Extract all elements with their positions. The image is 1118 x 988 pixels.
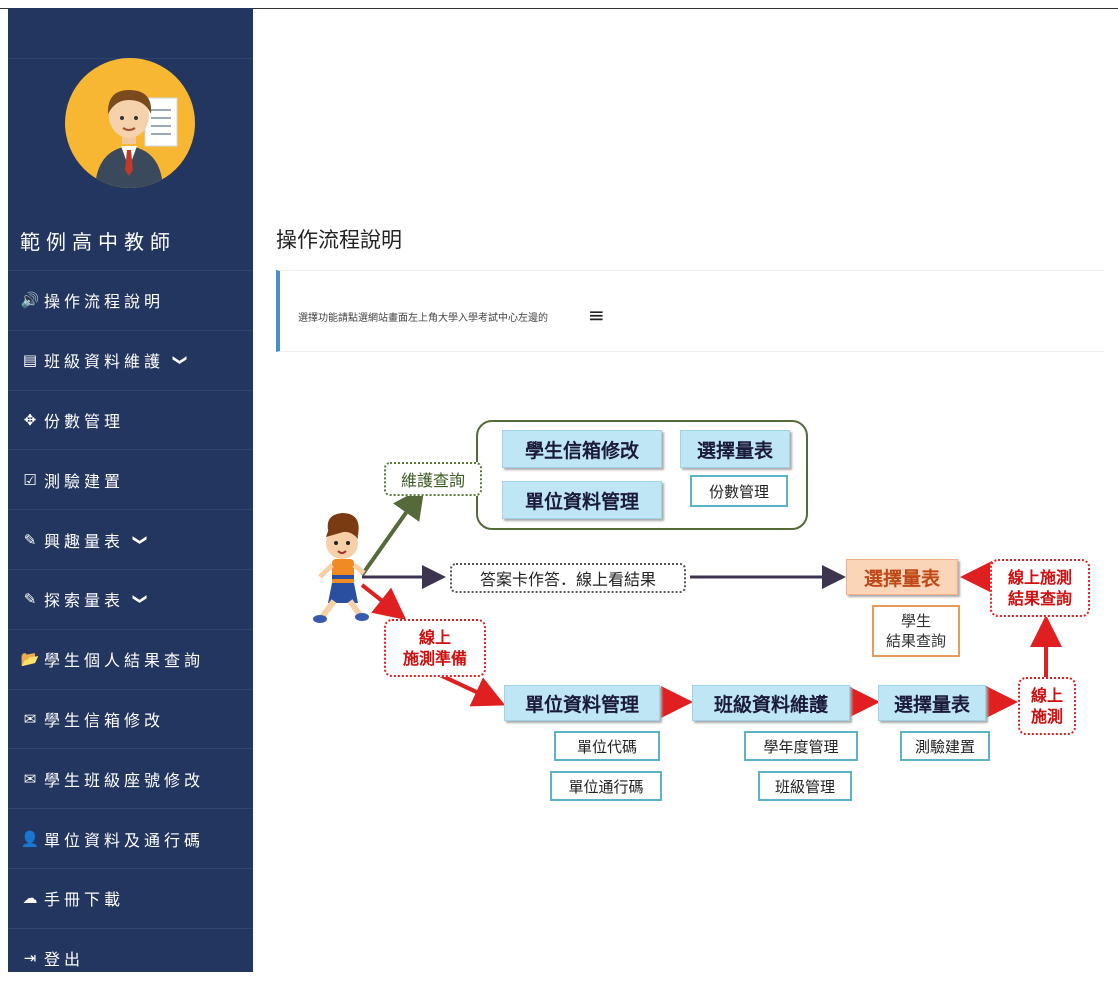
unit-data-top-box: 單位資料管理	[502, 481, 662, 519]
sidebar-item-7[interactable]: ✉ 學生信箱修改	[8, 688, 253, 749]
pencil-icon: ✎	[23, 590, 37, 609]
sidebar-item-3[interactable]: ☑ 測驗建置	[8, 449, 253, 509]
sidebar-item-5[interactable]: ✎ 探索量表 ❯	[8, 568, 253, 629]
sidebar-item-label: 探索量表	[44, 591, 125, 611]
sidebar: 範例高中教師 🔊 操作流程說明 ▤ 班級資料維護 ❯ ✥ 份數管理 ☑ 測驗建置 ✎ 興趣量表 ❯ ✎ 探…	[8, 8, 253, 972]
sidebar-item-4[interactable]: ✎ 興趣量表 ❯	[8, 509, 253, 569]
sidebar-item-label: 份數管理	[44, 411, 125, 431]
class-data-box: 班級資料維護	[692, 685, 850, 721]
user-name: 範例高中教師	[20, 230, 176, 254]
student-result-query-box: 學生 結果查詢	[872, 605, 960, 657]
sidebar-item-11[interactable]: ⇥ 登出	[8, 927, 253, 988]
hamburger-icon: ≡	[588, 303, 605, 327]
unit-data-bottom-box: 單位資料管理	[504, 685, 660, 721]
maintain-query-label: 維護查詢	[384, 462, 482, 496]
sidebar-item-1[interactable]: ▤ 班級資料維護 ❯	[8, 329, 253, 390]
logout-icon: ⇥	[23, 949, 37, 968]
sidebar-item-2[interactable]: ✥ 份數管理	[8, 389, 253, 450]
sidebar-item-9[interactable]: 👤 單位資料及通行碼	[8, 808, 253, 868]
year-mgmt-box: 學年度管理	[744, 731, 858, 761]
sidebar-item-label: 興趣量表	[44, 531, 125, 551]
online-prep-label: 線上 施測準備	[384, 619, 486, 677]
sidebar-item-label: 測驗建置	[44, 471, 125, 491]
online-result-query-label: 線上施測 結果查詢	[990, 559, 1090, 617]
folder-icon: 📂	[20, 650, 40, 669]
sidebar-topbar	[8, 8, 253, 59]
envelope-icon: ✉	[23, 769, 37, 788]
select-scale-top-box: 選擇量表	[680, 430, 790, 468]
online-test-label: 線上 施測	[1018, 677, 1076, 735]
volume-icon: 🔊	[20, 291, 40, 310]
sidebar-item-label: 學生個人結果查詢	[44, 651, 205, 671]
sidebar-item-label: 班級資料維護	[44, 352, 165, 372]
select-scale-mid-box: 選擇量表	[846, 559, 958, 595]
sidebar-menu: 🔊 操作流程說明 ▤ 班級資料維護 ❯ ✥ 份數管理 ☑ 測驗建置 ✎ 興趣量表 ❯ ✎ 探索量表 ❯ 📂 學生…	[8, 270, 253, 988]
test-setup-box: 測驗建置	[900, 731, 990, 761]
user-avatar	[65, 58, 195, 188]
unit-pass-box: 單位通行碼	[550, 771, 662, 801]
sidebar-item-8[interactable]: ✉ 學生班級座號修改	[8, 748, 253, 808]
notice-box: 選擇功能請點選網站畫面左上角大學入學考試中心左邊的 ≡	[276, 270, 1104, 352]
move-icon: ✥	[23, 410, 37, 429]
copies-mgmt-box: 份數管理	[690, 475, 788, 507]
arrow-to-prep	[360, 583, 407, 620]
class-mgmt-box: 班級管理	[758, 771, 852, 801]
sidebar-item-label: 單位資料及通行碼	[44, 830, 205, 850]
chevron-down-icon: ❯	[131, 533, 148, 546]
teacher-avatar-icon	[95, 90, 178, 188]
running-boy-icon	[313, 513, 369, 623]
envelope-icon: ✉	[23, 709, 37, 728]
unit-code-box: 單位代碼	[554, 731, 660, 761]
answer-card-label: 答案卡作答．線上看結果	[450, 563, 686, 593]
sidebar-item-label: 操作流程說明	[44, 292, 165, 312]
arrow-prep-to-unit	[439, 673, 506, 707]
chevron-down-icon: ❯	[131, 593, 148, 606]
page-title: 操作流程說明	[276, 228, 402, 252]
sidebar-item-label: 學生信箱修改	[44, 710, 165, 730]
list-icon: ▤	[22, 351, 38, 370]
notice-text: 選擇功能請點選網站畫面左上角大學入學考試中心左邊的	[298, 313, 548, 324]
arrow-to-maintain	[360, 486, 425, 577]
user-icon: 👤	[20, 829, 40, 848]
cloud-download-icon: ☁	[22, 889, 38, 908]
sidebar-item-0[interactable]: 🔊 操作流程說明	[8, 270, 253, 330]
student-email-box: 學生信箱修改	[502, 430, 662, 468]
chevron-down-icon: ❯	[171, 354, 188, 367]
sidebar-item-10[interactable]: ☁ 手冊下載	[8, 867, 253, 928]
select-scale-bottom-box: 選擇量表	[878, 685, 986, 721]
sidebar-item-6[interactable]: 📂 學生個人結果查詢	[8, 628, 253, 689]
checkbox-icon: ☑	[23, 470, 37, 489]
pencil-icon: ✎	[23, 530, 37, 549]
sidebar-item-label: 手冊下載	[44, 890, 125, 910]
sidebar-item-label: 學生班級座號修改	[44, 770, 205, 790]
sidebar-item-label: 登出	[44, 950, 85, 970]
